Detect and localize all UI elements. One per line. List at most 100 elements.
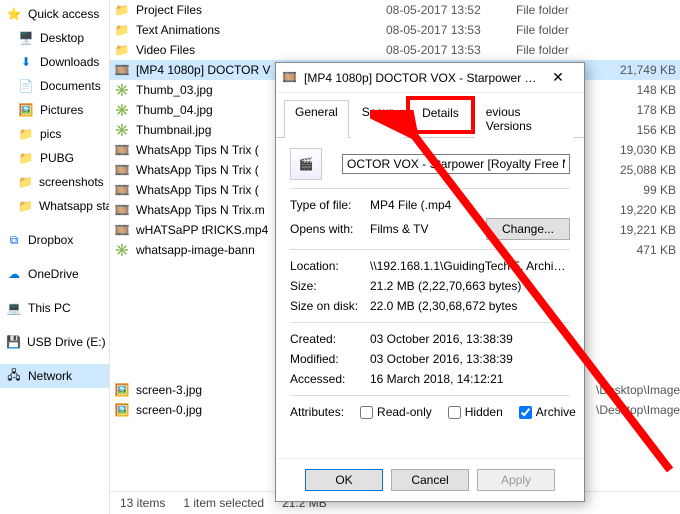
size-on-disk-value: 22.0 MB (2,30,68,672 bytes xyxy=(370,299,570,313)
created-label: Created: xyxy=(290,332,370,346)
file-row[interactable]: 📁 Video Files08-05-2017 13:53File folder xyxy=(110,40,680,60)
nav-desktop[interactable]: 🖥️Desktop xyxy=(0,26,109,50)
folder-icon: 📁 xyxy=(18,198,33,214)
file-size: \Desktop\Images\Pl xyxy=(596,403,676,417)
attributes-label: Attributes: xyxy=(290,405,344,419)
properties-dialog: 🎞️ [MP4 1080p] DOCTOR VOX - Starpower [R… xyxy=(275,62,585,502)
nav-pics[interactable]: 📁pics xyxy=(0,122,109,146)
nav-whatsapp[interactable]: 📁Whatsapp status xyxy=(0,194,109,218)
opens-with-value: Films & TV xyxy=(370,222,486,236)
file-type-icon: 🎬 xyxy=(290,148,322,180)
blank-icon xyxy=(114,362,130,378)
file-size: 25,088 KB xyxy=(596,163,676,177)
nav-documents[interactable]: 📄Documents xyxy=(0,74,109,98)
folder-icon: 📁 xyxy=(18,126,34,142)
blank-icon xyxy=(114,282,130,298)
document-icon: 📄 xyxy=(18,78,34,94)
file-row[interactable]: 📁Text Animations08-05-2017 13:53File fol… xyxy=(110,20,680,40)
accessed-label: Accessed: xyxy=(290,372,370,386)
type-of-file-value: MP4 File (.mp4 xyxy=(370,198,570,212)
dialog-buttons: OK Cancel Apply xyxy=(276,458,584,501)
dropbox-icon: ⧉ xyxy=(6,232,22,248)
blank-icon xyxy=(114,342,130,358)
blank-icon xyxy=(114,302,130,318)
desktop-icon: 🖥️ xyxy=(18,30,34,46)
file-type: File folder xyxy=(516,3,596,17)
nav-downloads[interactable]: ⬇Downloads xyxy=(0,50,109,74)
tab-previous-versions[interactable]: evious Versions xyxy=(475,100,574,138)
archive-checkbox[interactable]: Archive xyxy=(519,405,576,419)
download-icon: ⬇ xyxy=(18,54,34,70)
file-size: 21,749 KB xyxy=(596,63,676,77)
folder-icon: 📁 xyxy=(18,174,33,190)
nav-thispc[interactable]: 💻This PC xyxy=(0,296,109,320)
blank-icon xyxy=(114,262,130,278)
status-items: 13 items xyxy=(120,496,165,510)
tab-general[interactable]: General xyxy=(284,100,349,138)
filename-input[interactable] xyxy=(342,154,570,174)
video-icon: 🎞️ xyxy=(114,202,130,218)
ok-button[interactable]: OK xyxy=(305,469,383,491)
file-size: 19,220 KB xyxy=(596,203,676,217)
file-size: 148 KB xyxy=(596,83,676,97)
opens-with-label: Opens with: xyxy=(290,222,370,236)
file-size: \Desktop\Images\Pl xyxy=(596,383,676,397)
created-value: 03 October 2016, 13:38:39 xyxy=(370,332,570,346)
tab-security[interactable]: Secur xyxy=(351,100,404,138)
hidden-checkbox[interactable]: Hidden xyxy=(448,405,503,419)
img-icon: ✳️ xyxy=(114,242,130,258)
video-icon: 🎞️ xyxy=(114,182,130,198)
nav-pictures[interactable]: 🖼️Pictures xyxy=(0,98,109,122)
blank-icon xyxy=(114,322,130,338)
nav-dropbox[interactable]: ⧉Dropbox xyxy=(0,228,109,252)
nav-network[interactable]: 🖧Network xyxy=(0,364,109,388)
readonly-checkbox[interactable]: Read-only xyxy=(360,405,432,419)
nav-pubg[interactable]: 📁PUBG xyxy=(0,146,109,170)
file-size: 19,221 KB xyxy=(596,223,676,237)
status-selected: 1 item selected xyxy=(183,496,264,510)
modified-value: 03 October 2016, 13:38:39 xyxy=(370,352,570,366)
nav-screenshots[interactable]: 📁screenshots xyxy=(0,170,109,194)
file-row[interactable]: 📁Project Files08-05-2017 13:52File folde… xyxy=(110,0,680,20)
file-type: File folder xyxy=(516,23,596,37)
quick-access[interactable]: ⭐Quick access xyxy=(0,2,109,26)
network-icon: 🖧 xyxy=(6,368,22,384)
dialog-titlebar[interactable]: 🎞️ [MP4 1080p] DOCTOR VOX - Starpower [R… xyxy=(276,63,584,93)
folder-icon: 📁 xyxy=(18,150,34,166)
size-on-disk-label: Size on disk: xyxy=(290,299,370,313)
file-size: 156 KB xyxy=(596,123,676,137)
file-name: Video Files xyxy=(136,43,386,57)
onedrive-icon: ☁ xyxy=(6,266,22,282)
file-size: 178 KB xyxy=(596,103,676,117)
img-icon: ✳️ xyxy=(114,102,130,118)
folder-icon: 📁 xyxy=(114,42,130,58)
modified-label: Modified: xyxy=(290,352,370,366)
location-label: Location: xyxy=(290,259,370,273)
file-type: File folder xyxy=(516,43,596,57)
nav-pane: ⭐Quick access 🖥️Desktop ⬇Downloads 📄Docu… xyxy=(0,0,110,514)
nav-onedrive[interactable]: ☁OneDrive xyxy=(0,262,109,286)
dialog-tabs: General Secur Details evious Versions xyxy=(276,93,584,138)
file-size: 19,030 KB xyxy=(596,143,676,157)
folder-icon: 📁 xyxy=(114,2,130,18)
accessed-value: 16 March 2018, 14:12:21 xyxy=(370,372,570,386)
cancel-button[interactable]: Cancel xyxy=(391,469,469,491)
file-date: 08-05-2017 13:52 xyxy=(386,3,516,17)
file-size: 471 KB xyxy=(596,243,676,257)
size-value: 21.2 MB (2,22,70,663 bytes) xyxy=(370,279,570,293)
pc-icon: 💻 xyxy=(6,300,22,316)
tab-details-highlighted[interactable]: Details xyxy=(406,96,475,134)
size-label: Size: xyxy=(290,279,370,293)
dialog-title: [MP4 1080p] DOCTOR VOX - Starpower [Roya… xyxy=(304,71,538,85)
close-button[interactable]: ✕ xyxy=(538,64,578,92)
video-file-icon: 🎞️ xyxy=(282,70,298,86)
star-icon: ⭐ xyxy=(6,6,22,22)
apply-button[interactable]: Apply xyxy=(477,469,555,491)
file-date: 08-05-2017 13:53 xyxy=(386,43,516,57)
dialog-body: 🎬 Type of file:MP4 File (.mp4 Opens with… xyxy=(276,138,584,458)
nav-usb[interactable]: 💾USB Drive (E:) xyxy=(0,330,109,354)
location-value: \\192.168.1.1\GuidingTech\5. Archives\2.… xyxy=(370,259,570,273)
img-icon: ✳️ xyxy=(114,82,130,98)
video-icon: 🎞️ xyxy=(114,142,130,158)
change-button[interactable]: Change... xyxy=(486,218,570,240)
